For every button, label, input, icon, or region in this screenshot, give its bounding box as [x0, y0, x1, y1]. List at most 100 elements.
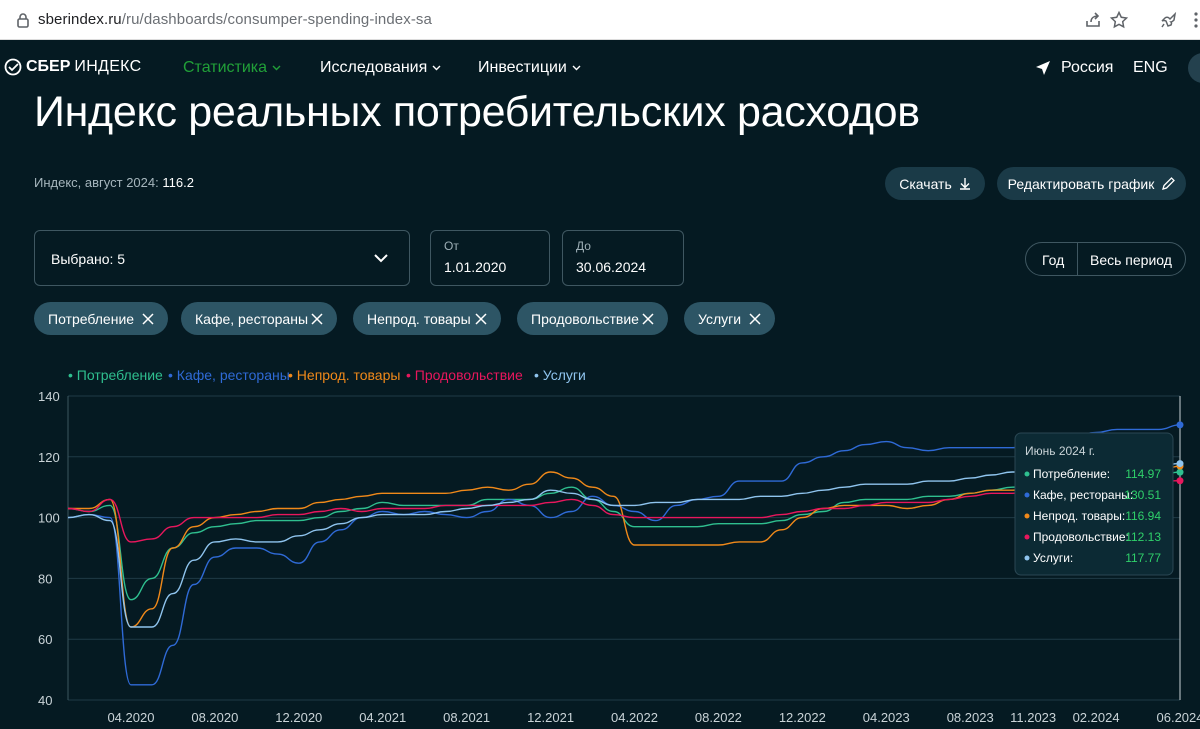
star-icon[interactable] [1109, 10, 1129, 30]
share-icon[interactable] [1083, 10, 1103, 30]
date-from-field[interactable]: От 1.01.2020 [430, 230, 550, 286]
address-bar[interactable]: sberindex.ru/ru/dashboards/consumper-spe… [38, 11, 432, 28]
tooltip-title: Июнь 2024 г. [1025, 444, 1095, 458]
index-value: 116.2 [162, 175, 194, 190]
tooltip-row-value: 130.51 [1124, 488, 1161, 502]
y-tick-label: 60 [38, 632, 52, 647]
tooltip-dot [1024, 534, 1030, 540]
series-endpoint [1176, 477, 1184, 485]
series-line [67, 471, 1181, 601]
chip-label: Кафе, рестораны [195, 310, 309, 327]
series-endpoint [1176, 460, 1184, 468]
tooltip-row-value: 114.97 [1125, 467, 1161, 481]
pencil-icon [1162, 177, 1176, 190]
x-tick-label: 12.2020 [275, 710, 322, 725]
y-tick-label: 120 [38, 450, 60, 465]
date-from-label: От [444, 239, 459, 253]
legend-item: • Потребление [68, 367, 163, 383]
series-line [67, 462, 1181, 628]
more-icon[interactable] [1186, 10, 1200, 30]
legend-item: • Услуги [534, 367, 586, 383]
tooltip-row-name: Непрод. товары: [1033, 509, 1125, 523]
legend-item: • Продовольствие [406, 367, 523, 383]
x-tick-label: 08.2022 [695, 710, 742, 725]
chip-consumption[interactable]: Потребление [34, 302, 168, 335]
nav-item-label: Инвестиции [478, 59, 567, 76]
tooltip-dot [1024, 471, 1030, 477]
chip-nonfood[interactable]: Непрод. товары [353, 302, 501, 335]
lock-icon[interactable] [15, 12, 31, 28]
nav-item-investments[interactable]: Инвестиции [478, 59, 581, 77]
url-domain: sberindex.ru [38, 11, 122, 28]
x-tick-label: 11.2023 [1010, 710, 1056, 725]
y-tick-label: 80 [38, 571, 52, 586]
legend-item: • Кафе, рестораны [168, 367, 290, 383]
x-tick-label: 06.2024 [1157, 710, 1200, 725]
x-tick-label: 04.2020 [107, 710, 154, 725]
series-select[interactable]: Выбрано: 5 [34, 230, 410, 286]
chip-cafes[interactable]: Кафе, рестораны [181, 302, 337, 335]
logo-rest: ИНДЕКС [74, 58, 142, 75]
series-endpoint [1176, 421, 1184, 429]
period-toggle: Год Весь период [1025, 242, 1186, 276]
chevron-down-icon [432, 65, 441, 71]
y-tick-label: 100 [38, 511, 60, 526]
region-selector[interactable]: Россия [1061, 59, 1113, 77]
x-tick-label: 04.2022 [611, 710, 658, 725]
tooltip-dot [1024, 513, 1030, 519]
chip-label: Непрод. товары [367, 310, 471, 327]
chip-label: Потребление [48, 310, 135, 327]
index-label: Индекс, август 2024: [34, 175, 159, 190]
chevron-down-icon [572, 65, 581, 71]
download-label: Скачать [899, 175, 952, 192]
edit-chart-label: Редактировать график [1007, 175, 1155, 192]
x-tick-label: 02.2024 [1073, 710, 1120, 725]
chip-food[interactable]: Продовольствие [517, 302, 668, 335]
tooltip-row-value: 112.13 [1125, 530, 1161, 544]
date-to-field[interactable]: До 30.06.2024 [562, 230, 684, 286]
y-tick-label: 140 [38, 389, 60, 404]
tooltip-dot [1024, 555, 1030, 561]
nav-item-statistics[interactable]: Статистика [183, 59, 281, 77]
download-button[interactable]: Скачать [885, 167, 985, 200]
x-tick-label: 12.2021 [527, 710, 574, 725]
legend-item: • Непрод. товары [288, 367, 400, 383]
location-arrow-icon[interactable] [1035, 60, 1051, 76]
chip-label: Продовольствие [531, 310, 639, 327]
period-divider [1077, 243, 1078, 275]
period-year-button[interactable]: Год [1042, 252, 1064, 268]
close-icon[interactable] [642, 313, 654, 325]
chip-services[interactable]: Услуги [684, 302, 775, 335]
extension-icon[interactable] [1158, 10, 1178, 30]
logo[interactable]: СБЕР ИНДЕКС [4, 58, 141, 76]
spending-chart[interactable]: • Потребление • Кафе, рестораны• Непрод. … [0, 360, 1200, 729]
tooltip-row-name: Продовольствие: [1033, 530, 1129, 544]
close-icon[interactable] [475, 313, 487, 325]
chevron-down-icon [374, 254, 388, 263]
date-from-value: 1.01.2020 [444, 259, 507, 275]
x-tick-label: 08.2023 [947, 710, 994, 725]
tooltip-row-value: 117.77 [1125, 551, 1161, 565]
tooltip-row-name: Кафе, рестораны: [1033, 488, 1133, 502]
tooltip-row-name: Услуги: [1033, 551, 1073, 565]
language-switch[interactable]: ENG [1133, 59, 1168, 77]
close-icon[interactable] [311, 313, 323, 325]
index-summary: Индекс, август 2024: 116.2 [34, 175, 194, 190]
tooltip-row-value: 116.94 [1125, 509, 1161, 523]
nav-item-label: Исследования [320, 59, 428, 76]
nav-item-research[interactable]: Исследования [320, 59, 441, 77]
close-icon[interactable] [142, 313, 154, 325]
x-tick-label: 08.2020 [191, 710, 238, 725]
close-icon[interactable] [749, 313, 761, 325]
x-tick-label: 04.2023 [863, 710, 910, 725]
date-to-value: 30.06.2024 [576, 259, 647, 275]
series-endpoint [1176, 468, 1184, 476]
chip-label: Услуги [698, 310, 742, 327]
series-select-value: Выбрано: 5 [51, 251, 126, 267]
chevron-down-icon [272, 65, 281, 71]
x-tick-label: 12.2022 [779, 710, 826, 725]
period-all-button[interactable]: Весь период [1090, 252, 1172, 268]
edit-chart-button[interactable]: Редактировать график [997, 167, 1186, 200]
tooltip-dot [1024, 492, 1030, 498]
url-path: /ru/dashboards/consumper-spending-index-… [121, 11, 432, 28]
